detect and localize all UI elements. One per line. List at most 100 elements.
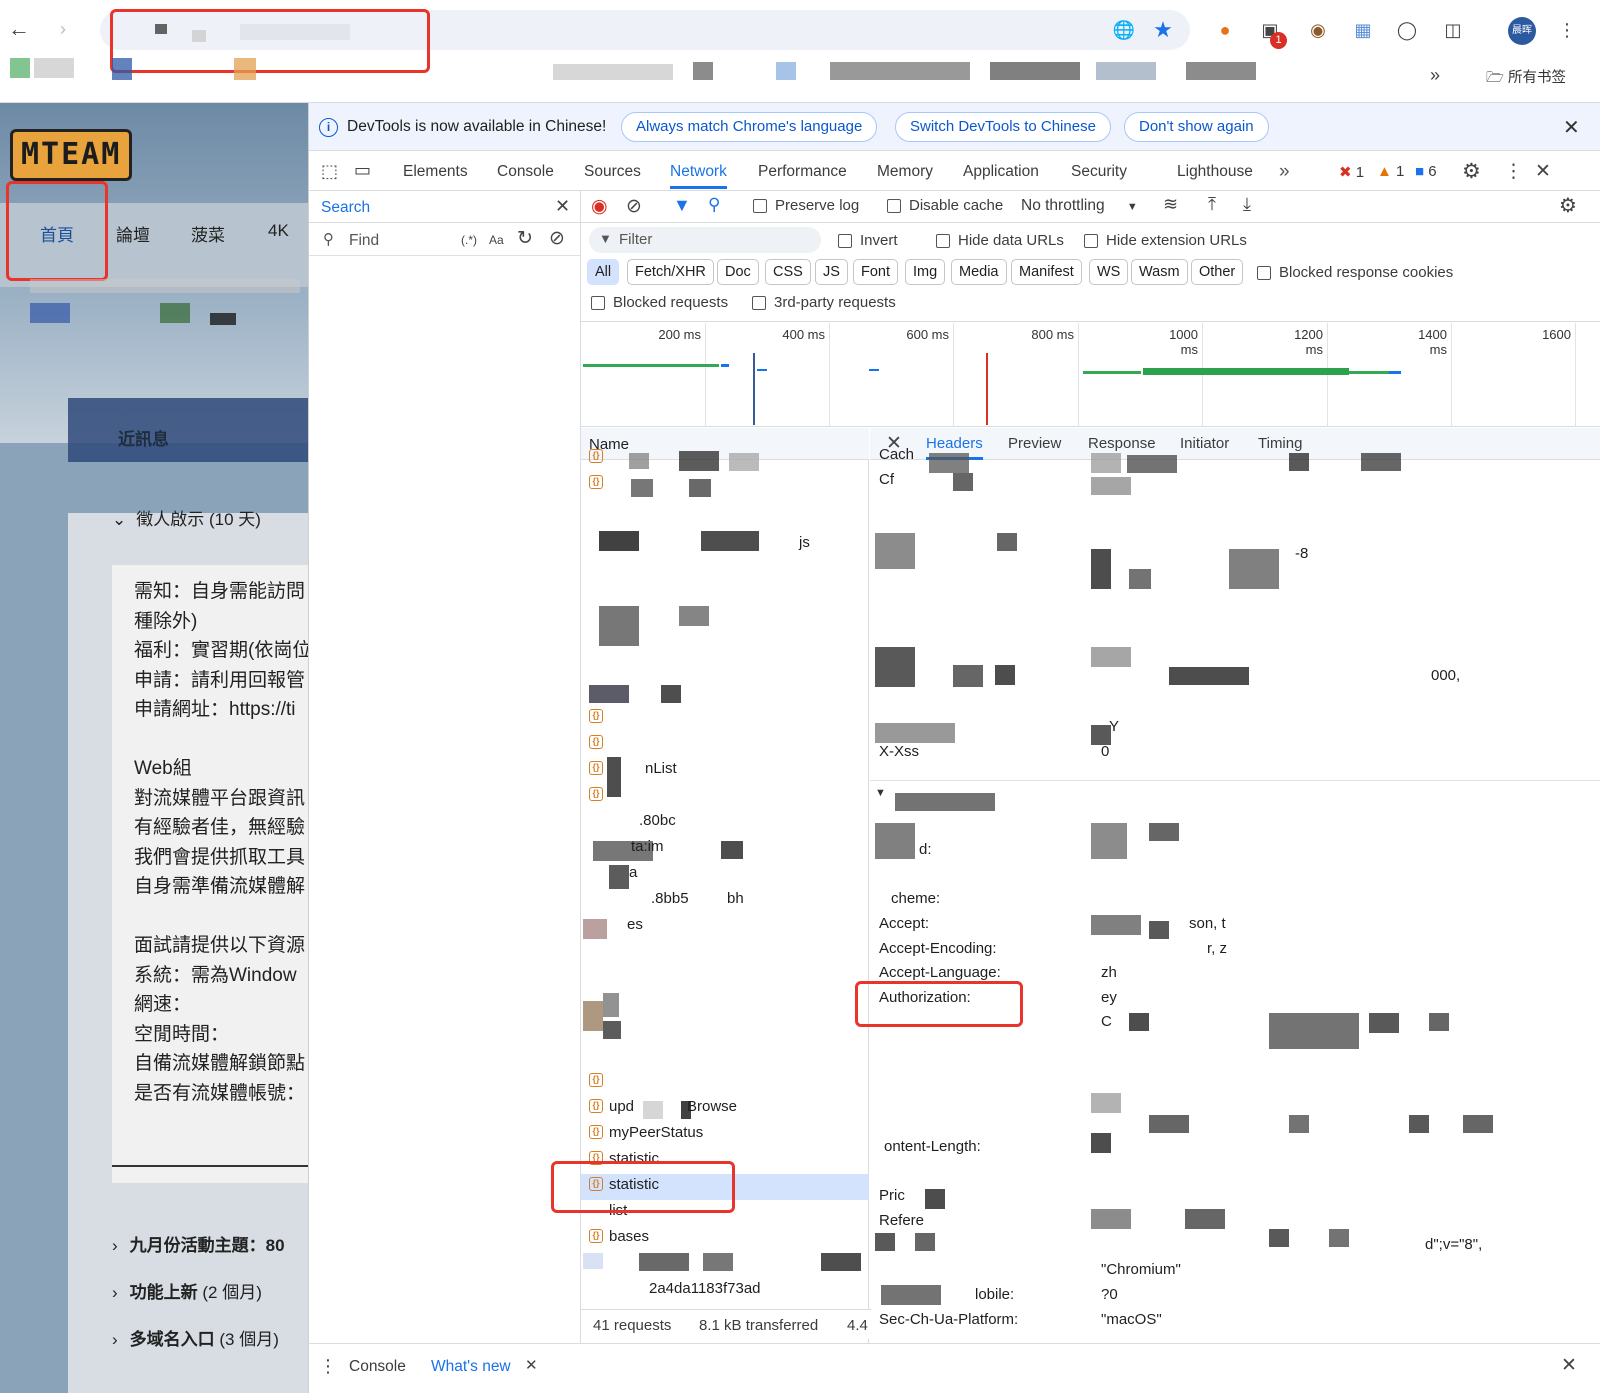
filter-js[interactable]: JS (815, 259, 848, 285)
translate-icon[interactable]: 🌐 (1111, 17, 1137, 43)
collapsed-item[interactable]: › 功能上新 (2 個月) (112, 1278, 262, 1303)
device-toolbar-icon[interactable]: ▭ (354, 160, 371, 181)
disable-cache-checkbox[interactable]: Disable cache (887, 197, 1003, 214)
tab-memory[interactable]: Memory (877, 155, 933, 189)
preserve-log-checkbox[interactable]: Preserve log (753, 197, 859, 214)
tab-performance[interactable]: Performance (758, 155, 847, 189)
collapsed-item[interactable]: › 九月份活動主題：80 (112, 1231, 285, 1256)
timeline-overview[interactable]: 200 ms 400 ms 600 ms 800 ms 1000 ms 1200 ms 14… (581, 323, 1600, 427)
refresh-icon[interactable]: ↻ (517, 227, 533, 250)
request-name[interactable]: .80bc (639, 808, 676, 834)
switch-language-button[interactable]: Switch DevTools to Chinese (895, 112, 1111, 142)
filter-icon[interactable]: ▼ (673, 195, 691, 216)
tab-network[interactable]: Network (670, 155, 727, 189)
drawer-tab-console[interactable]: Console (349, 1358, 406, 1376)
filter-other[interactable]: Other (1191, 259, 1244, 285)
chevron-down-icon[interactable]: ▼ (875, 787, 886, 799)
tab-application[interactable]: Application (963, 155, 1039, 189)
gear-icon[interactable]: ⚙ (1462, 159, 1481, 184)
third-party-checkbox[interactable]: 3rd-party requests (752, 294, 896, 311)
match-language-button[interactable]: Always match Chrome's language (621, 112, 878, 142)
hide-data-urls-checkbox[interactable]: Hide data URLs (936, 232, 1064, 249)
filter-ws[interactable]: WS (1089, 259, 1129, 285)
collapsed-item[interactable]: › 多域名入口 (3 個月) (112, 1325, 279, 1350)
blocked-cookies-checkbox[interactable]: Blocked response cookies (1257, 264, 1453, 281)
drawer-menu-icon[interactable]: ⋮ (319, 1356, 337, 1377)
close-search-icon[interactable]: ✕ (555, 196, 570, 217)
record-icon[interactable]: ◉ (591, 195, 608, 218)
request-name[interactable]: ta:im (631, 834, 664, 860)
nav-item-betting[interactable]: 菠菜 (191, 221, 225, 246)
error-counter[interactable]: ✖ 1 (1339, 163, 1364, 181)
puzzle-icon[interactable]: ◫ (1440, 17, 1466, 43)
request-name[interactable]: .8bb5 (651, 886, 689, 912)
wifi-icon[interactable]: ≋ (1163, 194, 1178, 215)
filter-input[interactable]: ▼ Filter (589, 227, 821, 253)
notice-toggle[interactable]: ⌄ 徵人啟示 (10 天) (112, 505, 261, 530)
back-icon[interactable]: ← (6, 16, 32, 42)
case-toggle[interactable]: Aa (489, 233, 504, 247)
extension-icon[interactable]: ● (1212, 17, 1238, 43)
mouse-icon[interactable]: ◯ (1394, 17, 1420, 43)
request-name[interactable]: bases (609, 1224, 649, 1250)
chevron-right-icon[interactable]: » (1422, 62, 1448, 88)
search-network-icon[interactable]: ⚲ (708, 195, 720, 215)
more-tabs-icon[interactable]: » (1279, 161, 1290, 183)
close-icon[interactable]: ✕ (1563, 115, 1580, 140)
upload-icon[interactable]: ⤒ (1208, 194, 1216, 215)
request-name[interactable]: bh (727, 886, 744, 912)
filter-img[interactable]: Img (905, 259, 946, 285)
tab-security[interactable]: Security (1071, 155, 1127, 189)
forward-icon[interactable]: › (50, 16, 76, 42)
bookmarks-folder[interactable]: 🗁 所有书签 (1486, 66, 1566, 92)
dont-show-button[interactable]: Don't show again (1124, 112, 1269, 142)
avatar[interactable]: 晨晖 (1508, 17, 1536, 45)
filter-media[interactable]: Media (951, 259, 1007, 285)
filter-manifest[interactable]: Manifest (1011, 259, 1082, 285)
tab-console[interactable]: Console (497, 155, 554, 189)
inspect-icon[interactable]: ⬚ (321, 161, 338, 182)
filter-doc[interactable]: Doc (717, 259, 759, 285)
tab-sources[interactable]: Sources (584, 155, 641, 189)
request-name[interactable]: myPeerStatus (609, 1120, 703, 1146)
request-name[interactable]: upd (609, 1094, 634, 1120)
nav-item-4k[interactable]: 4K (268, 221, 289, 241)
detail-tab-initiator[interactable]: Initiator (1180, 428, 1229, 460)
throttling-select[interactable]: No throttling ▼ (1021, 197, 1138, 215)
star-icon[interactable]: ★ (1150, 17, 1176, 43)
tab-elements[interactable]: Elements (403, 155, 468, 189)
site-logo[interactable]: MTEAM (10, 129, 133, 181)
search-input[interactable]: Find (349, 232, 379, 250)
regex-toggle[interactable]: (.*) (461, 233, 477, 247)
filter-css[interactable]: CSS (765, 259, 811, 285)
blocked-requests-checkbox[interactable]: Blocked requests (591, 294, 728, 311)
message-counter[interactable]: ■ 6 (1415, 163, 1437, 180)
request-name[interactable]: 2a4da1183f73ad (649, 1276, 761, 1302)
cookie-icon[interactable]: ◉ (1305, 17, 1331, 43)
clear-icon[interactable]: ⊘ (549, 227, 565, 250)
close-tab-icon[interactable]: ✕ (525, 1356, 538, 1374)
filter-wasm[interactable]: Wasm (1131, 259, 1188, 285)
menu-icon[interactable]: ⋮ (1554, 17, 1580, 43)
network-settings-icon[interactable]: ⚙ (1559, 193, 1577, 218)
filter-all[interactable]: All (587, 259, 620, 285)
invert-checkbox[interactable]: Invert (838, 232, 898, 249)
hide-extension-urls-checkbox[interactable]: Hide extension URLs (1084, 232, 1247, 249)
search-tab[interactable]: Search ✕ (309, 191, 581, 223)
kebab-menu-icon[interactable]: ⋮ (1504, 160, 1523, 183)
close-drawer-icon[interactable]: ✕ (1561, 1354, 1577, 1377)
drawer-tab-whats-new[interactable]: What's new (431, 1358, 511, 1376)
request-name[interactable]: Browse (687, 1094, 737, 1120)
detail-tab-preview[interactable]: Preview (1008, 428, 1061, 460)
name-column-header[interactable]: Name (581, 428, 869, 460)
warning-counter[interactable]: ▲ 1 (1377, 163, 1404, 180)
filter-fetch-xhr[interactable]: Fetch/XHR (627, 259, 714, 285)
filter-font[interactable]: Font (853, 259, 899, 285)
extension-icon[interactable]: ▦ (1350, 17, 1376, 43)
tab-lighthouse[interactable]: Lighthouse (1177, 155, 1253, 189)
request-name[interactable]: js (799, 530, 810, 556)
request-name[interactable]: a (629, 860, 637, 886)
request-name[interactable]: es (627, 912, 643, 938)
nav-item-forum[interactable]: 論壇 (116, 221, 150, 246)
download-icon[interactable]: ⤓ (1243, 194, 1251, 215)
